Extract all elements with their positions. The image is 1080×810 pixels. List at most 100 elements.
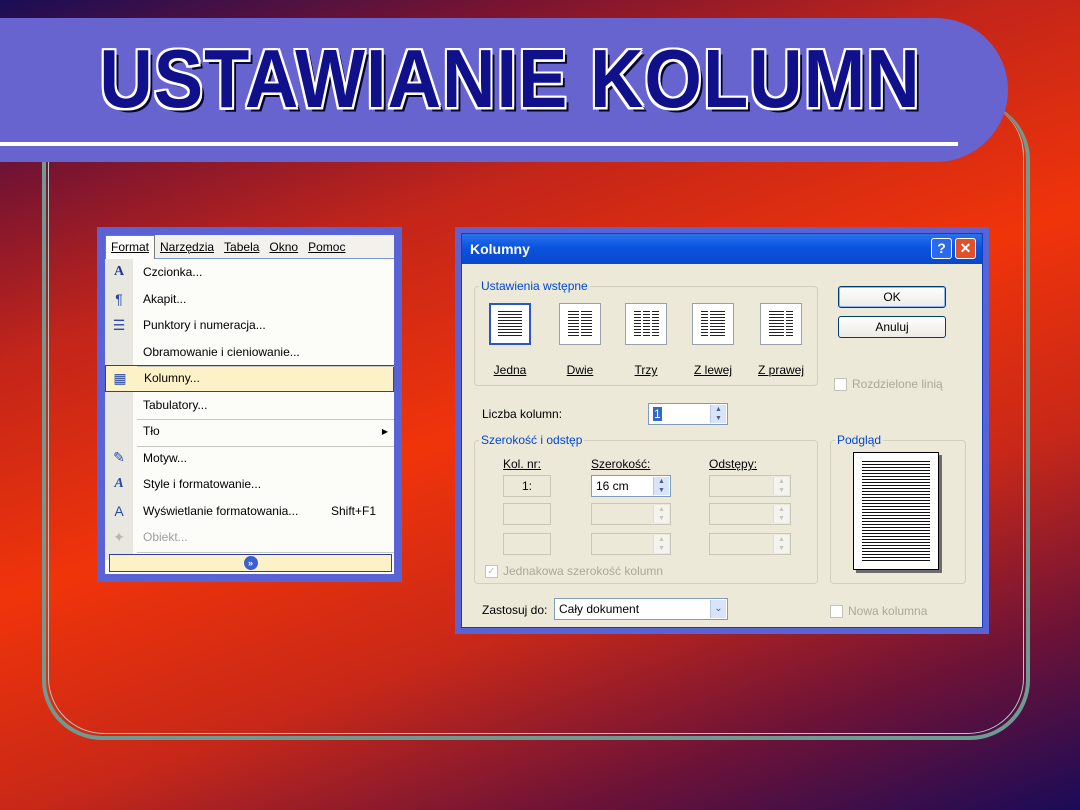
title-underline [0,142,958,146]
right-column-icon [769,311,793,337]
apply-to-select[interactable]: Cały dokument ⌄ [554,598,728,620]
width-input-1[interactable]: 16 cm ▲ ▼ [591,475,671,497]
menu-separator [137,366,394,367]
preset-three-label: Trzy [634,363,658,377]
menu-separator [137,446,394,447]
paragraph-icon: ¶ [105,285,133,312]
menu-bar: Format Narzędzia Tabela Okno Pomoc [105,234,394,259]
spinner-icon[interactable]: ▲ ▼ [710,405,726,423]
menu-item-label: Wyświetlanie formatowania... [143,503,299,518]
width-header: Szerokość: [591,457,651,471]
spinner-icon: ▲ ▼ [653,535,669,553]
menu-expand-button[interactable]: » [109,554,392,572]
menu-item-theme[interactable]: ✎ Motyw... [105,444,394,471]
shortcut-label: Shift+F1 [330,503,376,518]
col-number-1: 1: [503,475,551,497]
equal-width-checkbox: ✓ Jednakowa szerokość kolumn [485,564,663,578]
dialog-title: Kolumny [462,234,982,264]
format-menu: Format Narzędzia Tabela Okno Pomoc A Czc… [105,234,394,574]
submenu-arrow-icon: ▶ [381,426,388,436]
apply-to-label: Zastosuj do: [482,603,548,617]
menu-item-borders[interactable]: Obramowanie i cieniowanie... [105,338,394,365]
blank-icon [105,391,133,418]
cancel-button[interactable]: Anuluj [838,316,946,338]
num-columns-input[interactable]: 1 ▲ ▼ [648,403,728,425]
ok-button[interactable]: OK [838,286,946,308]
help-button[interactable]: ? [931,238,952,259]
menu-item-label: Czcionka... [143,265,203,280]
line-between-checkbox[interactable]: Rozdzielone linią [834,377,943,391]
spinner-icon[interactable]: ▲ ▼ [653,477,669,495]
num-columns-value: 1 [653,407,662,421]
menu-item-background[interactable]: Tło ▶ [105,418,394,445]
menu-window[interactable]: Okno [264,235,303,259]
menu-item-font[interactable]: A Czcionka... [105,259,394,286]
menu-format[interactable]: Format [105,234,156,259]
preset-right-label: Z prawej [757,363,804,377]
menu-tools[interactable]: Narzędzia [155,235,219,259]
spinner-icon: ▲ ▼ [653,505,669,523]
group-label: Ustawienia wstępne [479,279,590,293]
blank-icon [105,338,133,365]
menu-item-paragraph[interactable]: ¶ Akapit... [105,285,394,312]
preset-right-button[interactable] [760,303,802,345]
menu-item-label: Style i formatowanie... [143,477,262,492]
menu-item-label: Akapit... [143,291,187,306]
spinner-icon: ▲ ▼ [773,505,789,523]
preset-two-label: Dwie [566,363,594,377]
menu-help[interactable]: Pomoc [303,235,350,259]
one-column-icon [498,311,522,337]
line-between-label: Rozdzielone linią [852,377,943,391]
menu-item-columns[interactable]: ▦ Kolumny... [105,365,394,392]
menu-table[interactable]: Tabela [219,235,264,259]
left-column-icon [701,311,725,337]
presets-group: Ustawienia wstępne Jedna Dwie Trzy Z lew… [474,279,818,386]
preset-one-label: Jedna [493,363,527,377]
styles-icon: A [105,471,133,498]
group-label: Podgląd [835,433,884,447]
three-columns-icon [633,311,659,337]
menu-item-label: Obiekt... [143,530,188,545]
spacing-input-1: ▲ ▼ [709,475,791,497]
columns-icon: ▦ [113,369,127,386]
preset-two-button[interactable] [559,303,601,345]
close-button[interactable]: ✕ [955,238,976,259]
preview-page [853,452,939,570]
col-number-header: Kol. nr: [503,457,542,471]
checkmark-icon: ✓ [485,564,498,578]
menu-item-object: ✦ Obiekt... [105,524,394,551]
blank-icon [105,418,133,445]
object-icon: ✦ [105,524,133,551]
new-column-checkbox: Nowa kolumna [830,604,927,618]
menu-list: A Czcionka... ¶ Akapit... ☰ Punktory i n… [105,259,394,551]
preset-one-button[interactable] [489,303,531,345]
equal-width-label: Jednakowa szerokość kolumn [503,564,664,578]
col-number-2 [503,503,551,525]
chevron-down-icon: » [243,556,258,570]
menu-item-label: Motyw... [143,450,188,465]
columns-dialog-screenshot: Kolumny ? ✕ Ustawienia wstępne Jedna Dwi… [455,227,989,634]
spacing-input-2: ▲ ▼ [709,503,791,525]
reveal-formatting-icon: A [105,497,133,524]
menu-item-styles[interactable]: A Style i formatowanie... [105,471,394,498]
num-columns-label: Liczba kolumn: [482,407,563,421]
spacing-input-3: ▲ ▼ [709,533,791,555]
columns-dialog: Kolumny ? ✕ Ustawienia wstępne Jedna Dwi… [461,233,983,628]
preset-left-button[interactable] [692,303,734,345]
menu-item-label: Punktory i numeracja... [143,318,266,333]
preset-three-button[interactable] [625,303,667,345]
width-spacing-group: Szerokość i odstęp Kol. nr: Szerokość: O… [474,433,818,584]
chevron-down-icon[interactable]: ⌄ [710,600,726,618]
apply-to-value: Cały dokument [559,602,640,616]
menu-item-tabs[interactable]: Tabulatory... [105,391,394,418]
two-columns-icon [568,311,592,337]
spinner-icon: ▲ ▼ [773,477,789,495]
menu-item-bullets[interactable]: ☰ Punktory i numeracja... [105,312,394,339]
checkbox-box [834,377,847,391]
theme-icon: ✎ [105,444,133,471]
menu-item-reveal-formatting[interactable]: A Wyświetlanie formatowania... Shift+F1 [105,497,394,524]
menu-item-label: Obramowanie i cieniowanie... [143,344,300,359]
bullets-icon: ☰ [105,312,133,339]
menu-separator [137,552,394,553]
menu-separator [137,419,394,420]
